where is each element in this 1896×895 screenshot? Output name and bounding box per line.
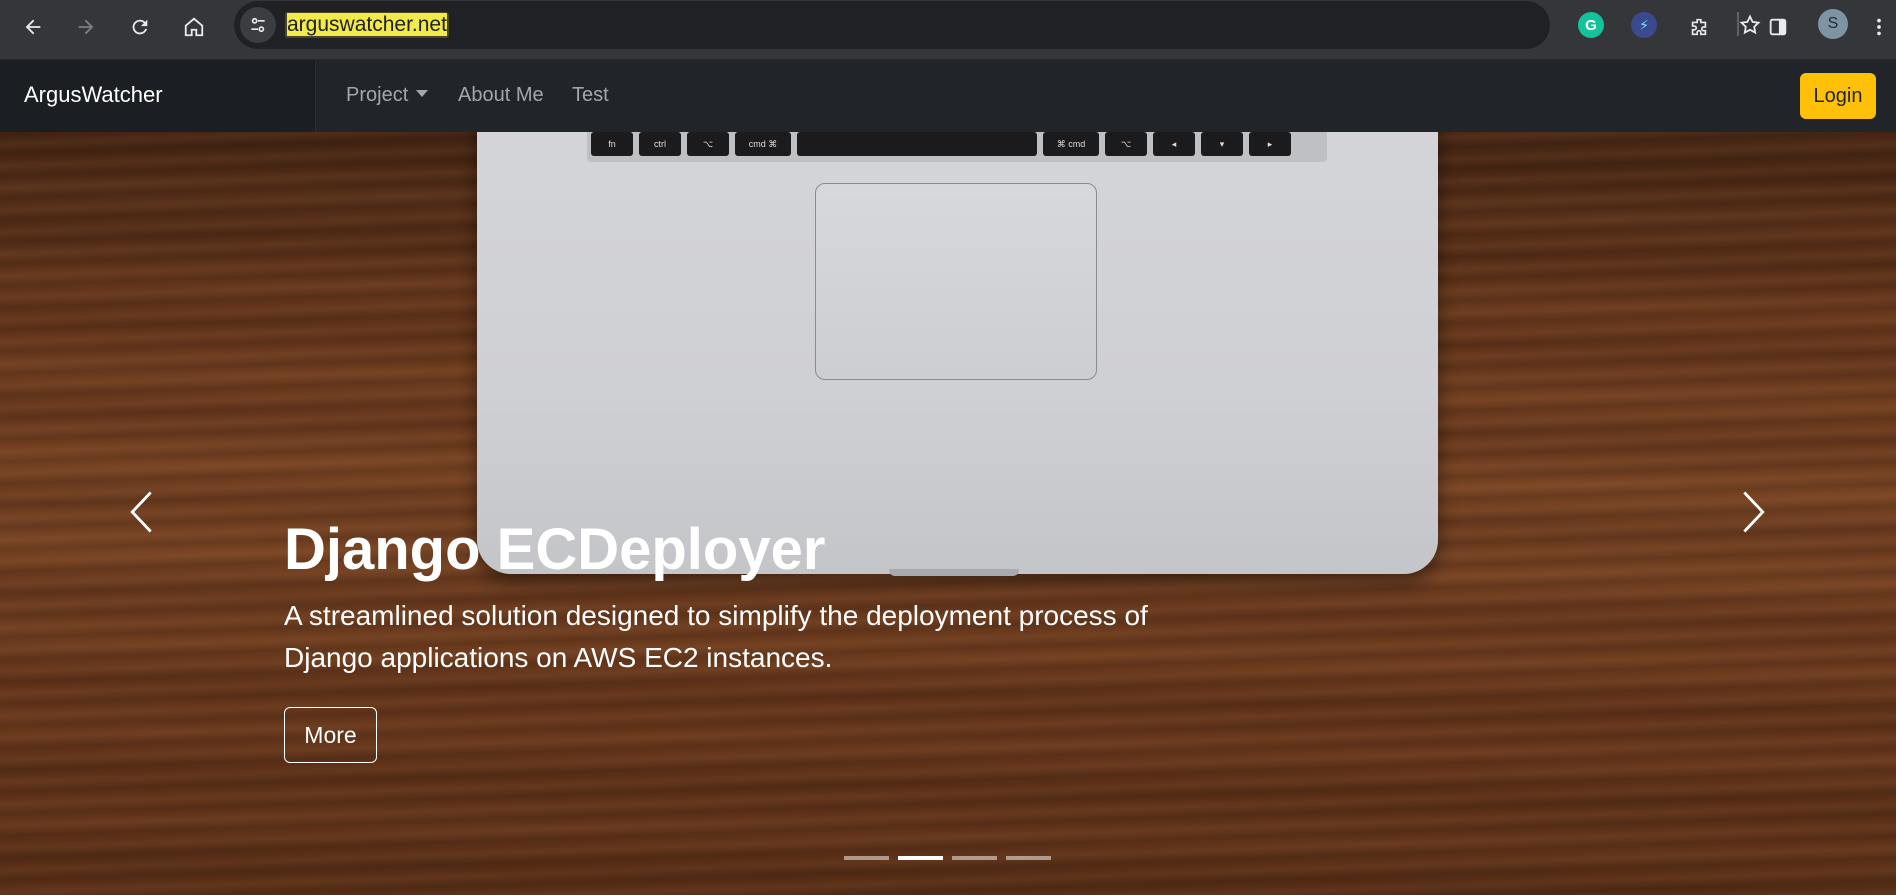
extensions-button[interactable] [1681,9,1717,45]
key: ▸ [1249,132,1291,156]
carousel-prev-button[interactable] [112,472,172,552]
arrow-left-icon [25,19,41,35]
reload-icon [132,19,148,35]
carousel-caption: Django ECDeployer A streamlined solution… [284,515,1244,763]
key: ctrl [639,132,681,156]
carousel-indicator-1[interactable] [844,856,889,860]
tune-icon [251,17,265,33]
key: ⌥ [687,132,729,156]
url-value: arguswatcher.net [287,13,447,36]
browser-toolbar: arguswatcher.net G ⚡ S [0,0,1896,60]
laptop-image: fn ctrl ⌥ cmd ⌘ ⌘ cmd ⌥ ◂ ▾ ▸ [477,132,1438,576]
address-bar[interactable]: arguswatcher.net [234,1,1761,49]
nav-project-dropdown[interactable]: Project [346,84,429,107]
profile-avatar[interactable]: S [1818,9,1848,39]
keyboard-row: fn ctrl ⌥ cmd ⌘ ⌘ cmd ⌥ ◂ ▾ ▸ [587,132,1327,162]
side-panel-button[interactable] [1760,9,1796,45]
avatar-initial: S [1827,15,1839,32]
star-icon [1739,14,1761,35]
login-button[interactable]: Login [1800,73,1876,119]
side-panel-icon [1769,18,1787,36]
chevron-right-icon [1743,491,1765,533]
home-button[interactable] [176,9,212,45]
key [797,132,1037,156]
back-button[interactable] [15,9,51,45]
nav-test[interactable]: Test [572,84,609,107]
carousel-next-button[interactable] [1723,472,1783,552]
brand-container: ArgusWatcher [0,60,316,132]
key: ◂ [1153,132,1195,156]
reload-button[interactable] [122,9,158,45]
key: fn [591,132,633,156]
key: ⌥ [1105,132,1147,156]
more-button[interactable]: More [284,707,377,763]
slide-title: Django ECDeployer [284,517,826,582]
carousel-indicator-2[interactable] [898,856,943,860]
carousel-indicator-4[interactable] [1006,856,1051,860]
nav-project-label: Project [346,84,409,106]
grammarly-icon[interactable]: G [1578,12,1604,38]
url-text[interactable]: arguswatcher.net [285,12,449,38]
chevron-left-icon [130,491,152,533]
brand-link[interactable]: ArgusWatcher [24,82,163,108]
home-icon [184,17,204,37]
site-info-button[interactable] [240,7,276,43]
puzzle-icon [1691,18,1707,36]
carousel-indicator-3[interactable] [952,856,997,860]
nav-about-me[interactable]: About Me [458,84,544,107]
hero-carousel: fn ctrl ⌥ cmd ⌘ ⌘ cmd ⌥ ◂ ▾ ▸ Django ECD… [0,132,1896,895]
key: cmd ⌘ [735,132,791,156]
key: ⌘ cmd [1043,132,1099,156]
toolbar-separator [1737,12,1739,36]
site-navbar: ArgusWatcher Project About Me Test Login [0,60,1896,132]
slide-description: A streamlined solution designed to simpl… [284,600,1148,673]
bolt-extension-icon[interactable]: ⚡ [1631,12,1657,38]
forward-button[interactable] [68,9,104,45]
menu-button[interactable] [1866,9,1892,45]
carousel-indicators [844,856,1051,860]
trackpad [815,183,1097,380]
key: ▾ [1201,132,1243,156]
more-vert-icon [1877,18,1881,36]
arrow-right-icon [78,19,94,35]
caret-down-icon [416,90,429,97]
